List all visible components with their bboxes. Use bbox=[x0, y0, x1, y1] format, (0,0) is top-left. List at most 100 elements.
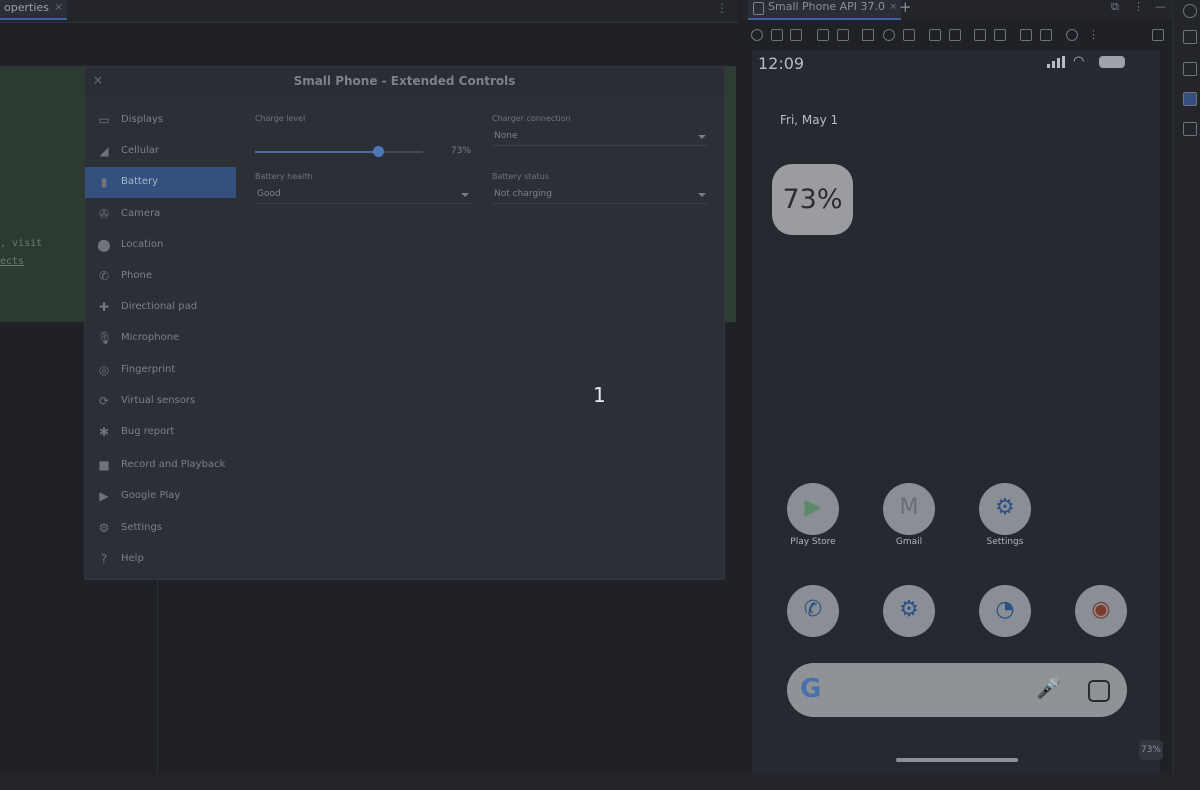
settings-app-icon-glyph: ⚙ bbox=[995, 495, 1015, 520]
sidebar-item-microphone[interactable]: 🎙 Microphone bbox=[85, 323, 236, 354]
device-manager-icon[interactable] bbox=[1183, 62, 1197, 76]
volume-up-icon[interactable] bbox=[771, 29, 783, 41]
phone-app-icon-glyph: ✆ bbox=[803, 597, 823, 622]
sidebar-item-location[interactable]: ⬤ Location bbox=[85, 230, 236, 261]
sidebar-item-displays[interactable]: ▭ Displays bbox=[85, 105, 236, 136]
fold-icon[interactable] bbox=[974, 29, 986, 41]
sidebar-item-battery[interactable]: ▮ Battery bbox=[85, 167, 236, 199]
battery-status-dropdown[interactable]: Not charging bbox=[494, 189, 552, 199]
phone-icon: ✆ bbox=[98, 269, 110, 283]
microphone-icon: 🎙 bbox=[97, 331, 113, 346]
sidebar-item-label: Directional pad bbox=[121, 301, 198, 313]
charge-level-value: 73% bbox=[451, 146, 472, 156]
chevron-down-icon[interactable] bbox=[698, 135, 706, 139]
more-options-icon[interactable]: ⋮ bbox=[1088, 28, 1099, 41]
sidebar-item-label: Settings bbox=[121, 521, 163, 533]
sidebar-item-google-play[interactable]: ▶ Google Play bbox=[85, 481, 236, 512]
sidebar-item-label: Bug report bbox=[121, 426, 175, 437]
lens-icon[interactable] bbox=[1088, 680, 1110, 702]
sidebar-item-record-and-playback[interactable]: ■ Record and Playback bbox=[85, 450, 236, 481]
display-mode-icon[interactable] bbox=[994, 29, 1006, 41]
sidebar-item-label: Virtual sensors bbox=[121, 394, 196, 406]
sidebar-item-settings[interactable]: ⚙ Settings bbox=[85, 513, 236, 544]
more-options-icon[interactable]: ⋮ bbox=[716, 1, 728, 15]
gmail-icon[interactable]: M bbox=[883, 483, 935, 535]
dpad-icon: ✚ bbox=[98, 300, 110, 315]
download-icon[interactable] bbox=[1040, 29, 1052, 41]
volume-down-icon[interactable] bbox=[790, 29, 802, 41]
sidebar-item-camera[interactable]: ✇ Camera bbox=[85, 199, 236, 230]
sidebar-item-bug-report[interactable]: ✱ Bug report bbox=[85, 417, 236, 448]
status-bar-time: 12:09 bbox=[758, 54, 805, 73]
home-icon[interactable] bbox=[883, 29, 895, 41]
sidebar-item-phone[interactable]: ✆ Phone bbox=[85, 261, 236, 292]
external-window-icon[interactable]: ⧉ bbox=[1111, 0, 1119, 14]
add-device-icon[interactable]: + bbox=[899, 0, 912, 16]
display-icon: ▭ bbox=[98, 113, 110, 127]
device-mirroring-icon[interactable] bbox=[1183, 122, 1197, 136]
more-options-icon[interactable]: ⋮ bbox=[1133, 0, 1144, 13]
battery-widget-value: 73% bbox=[782, 184, 843, 215]
settings-app-icon[interactable]: ⚙ bbox=[979, 483, 1031, 535]
upload-icon[interactable] bbox=[1020, 29, 1032, 41]
running-devices-icon[interactable] bbox=[1183, 92, 1197, 106]
rotate-left-icon[interactable] bbox=[817, 29, 829, 41]
device-icon bbox=[753, 2, 764, 15]
microphone-icon[interactable]: 🎤 bbox=[1036, 676, 1061, 700]
app-label[interactable]: Gmail bbox=[864, 537, 954, 547]
extended-controls-sidebar: ▭ Displays ◢ Cellular ▮ Battery ✇ Camera ⬤ Locati… bbox=[85, 95, 236, 579]
battery-health-dropdown[interactable]: Good bbox=[257, 189, 281, 199]
charge-level-slider-thumb[interactable] bbox=[372, 146, 384, 157]
dropdown-underline bbox=[255, 203, 471, 204]
emulator-tab[interactable]: Small Phone API 37.0 × bbox=[748, 0, 902, 20]
sidebar-item-fingerprint[interactable]: ◎ Fingerprint bbox=[85, 355, 236, 386]
screen-record-icon[interactable] bbox=[949, 29, 961, 41]
rotate-right-icon[interactable] bbox=[837, 29, 849, 41]
settings-app-icon-2[interactable]: ⚙ bbox=[883, 585, 935, 637]
battery-status-label: Battery status bbox=[492, 172, 549, 181]
back-icon[interactable] bbox=[862, 29, 874, 41]
sidebar-item-directional-pad[interactable]: ✚ Directional pad bbox=[85, 292, 236, 323]
google-search-bar[interactable] bbox=[787, 663, 1127, 717]
bug-icon: ✱ bbox=[98, 425, 110, 439]
record-icon: ■ bbox=[98, 458, 110, 473]
status-bar bbox=[0, 774, 1200, 790]
battery-status-icon bbox=[1099, 56, 1125, 68]
sidebar-item-label: Microphone bbox=[121, 332, 180, 344]
screenshot-icon[interactable] bbox=[929, 29, 941, 41]
help-icon: ? bbox=[100, 551, 108, 566]
sidebar-item-cellular[interactable]: ◢ Cellular bbox=[85, 136, 236, 167]
play-store-icon[interactable]: ▶ bbox=[787, 483, 839, 535]
snapshot-icon[interactable] bbox=[1066, 29, 1078, 41]
ide-tab-properties[interactable]: operties × bbox=[0, 0, 67, 20]
clock-app-icon[interactable]: ◔ bbox=[979, 585, 1031, 637]
charger-connection-dropdown[interactable]: None bbox=[494, 131, 517, 141]
phone-app-icon[interactable]: ✆ bbox=[787, 585, 839, 637]
power-icon[interactable] bbox=[751, 29, 763, 41]
chevron-down-icon[interactable] bbox=[461, 193, 469, 197]
sidebar-item-label: Record and Playback bbox=[121, 459, 226, 471]
app-label[interactable]: Settings bbox=[960, 537, 1050, 547]
close-icon[interactable]: × bbox=[889, 0, 897, 14]
dialog-title: Small Phone - Extended Controls bbox=[293, 74, 516, 88]
overview-icon[interactable] bbox=[903, 29, 915, 41]
chrome-icon[interactable]: ◉ bbox=[1075, 585, 1127, 637]
chevron-down-icon[interactable] bbox=[698, 193, 706, 197]
minimize-icon[interactable]: — bbox=[1155, 0, 1166, 13]
settings-icon: ⚙ bbox=[98, 520, 110, 535]
sidebar-item-help[interactable]: ? Help bbox=[85, 544, 236, 575]
code-link-text[interactable]: ects bbox=[0, 256, 24, 267]
cellular-icon: ◢ bbox=[99, 144, 109, 159]
notifications-icon[interactable] bbox=[1183, 4, 1197, 18]
home-gesture-bar[interactable] bbox=[896, 758, 1018, 762]
sidebar-item-virtual-sensors[interactable]: ⟳ Virtual sensors bbox=[85, 386, 236, 417]
extended-controls-icon[interactable] bbox=[1152, 29, 1164, 41]
settings-app-icon-2-glyph: ⚙ bbox=[899, 597, 919, 622]
gradle-icon[interactable] bbox=[1183, 30, 1197, 44]
close-icon[interactable]: × bbox=[54, 0, 62, 16]
app-label[interactable]: Play Store bbox=[768, 537, 858, 547]
signal-icon bbox=[1047, 56, 1065, 68]
sidebar-item-label: Cellular bbox=[121, 145, 160, 157]
battery-health-label: Battery health bbox=[255, 172, 313, 181]
home-date[interactable]: Fri, May 1 bbox=[780, 113, 838, 127]
